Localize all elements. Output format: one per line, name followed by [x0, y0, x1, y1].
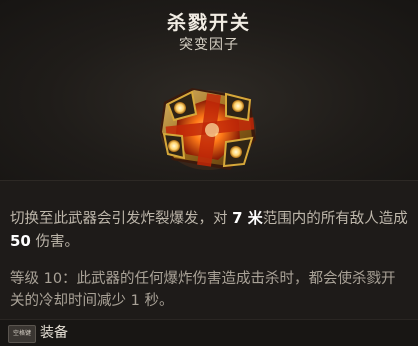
tooltip-header: 杀戮开关 突变因子 — [0, 0, 418, 180]
desc-distance: 7 米 — [232, 209, 263, 227]
mutator-cube-icon — [160, 88, 256, 170]
equip-button[interactable]: 装备 — [40, 323, 68, 343]
desc-part2: 范围内的所有敌人造成 — [262, 211, 408, 227]
item-type: 突变因子 — [179, 37, 239, 53]
item-tooltip: 杀戮开关 突变因子 切换至此武器会引发炸裂爆发，对 7 米范围内的所有敌人造成 … — [0, 0, 418, 346]
item-name: 杀戮开关 — [166, 12, 251, 34]
desc-part1: 切换至此武器会引发炸裂爆发，对 — [10, 211, 233, 227]
item-description: 切换至此武器会引发炸裂爆发，对 7 米范围内的所有敌人造成 50 伤害。 — [10, 207, 410, 253]
tooltip-footer: 空格键 装备 — [0, 319, 418, 346]
desc-part3: 伤害。 — [30, 234, 79, 250]
space-key-hint: 空格键 — [8, 325, 36, 343]
level-bonus-description: 等级 10：此武器的任何爆炸伤害造成击杀时，都会使杀戮开关的冷却时间减少 1 秒… — [10, 271, 396, 309]
desc-damage: 50 — [10, 232, 31, 250]
